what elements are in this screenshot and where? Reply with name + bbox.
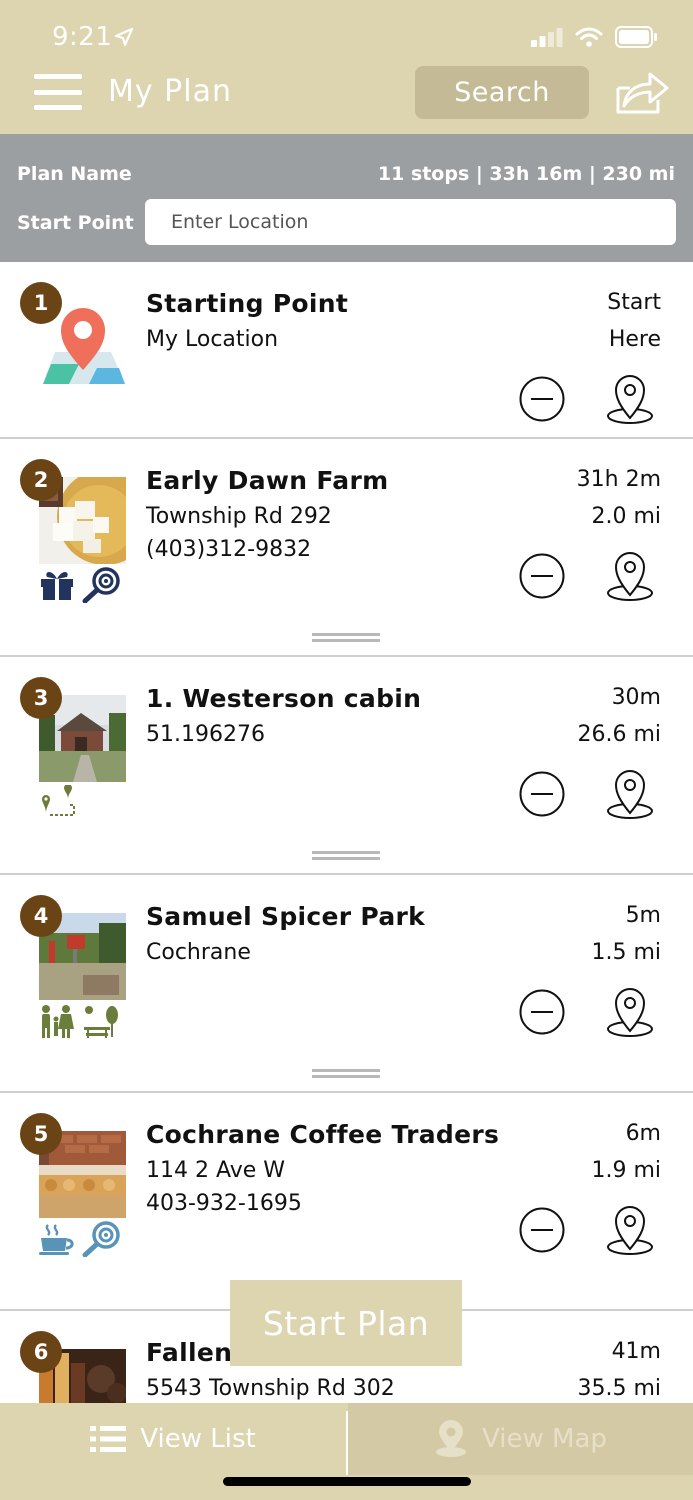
stop-name: Cochrane Coffee Traders bbox=[146, 1120, 500, 1149]
map-marker-icon bbox=[436, 1420, 467, 1457]
stop-distance: 35.5 mi bbox=[577, 1376, 661, 1401]
stop-name: 1. Westerson cabin bbox=[146, 684, 422, 713]
menu-icon-bar bbox=[34, 105, 82, 110]
remove-stop-icon[interactable] bbox=[518, 375, 566, 423]
stop-row[interactable]: 5 Cochrane Coffee Traders 114 2 Ave W 40… bbox=[0, 1093, 693, 1311]
start-point-label: Start Point bbox=[17, 212, 134, 234]
stop-duration: Start bbox=[607, 290, 661, 315]
coffee-icon bbox=[39, 1224, 74, 1255]
stop-address: 114 2 Ave W bbox=[146, 1158, 286, 1183]
stop-address: My Location bbox=[146, 327, 279, 352]
stop-distance: 1.9 mi bbox=[591, 1158, 661, 1183]
tab-view-list-label: View List bbox=[140, 1424, 256, 1454]
stop-distance: 26.6 mi bbox=[577, 722, 661, 747]
remove-stop-icon[interactable] bbox=[518, 988, 566, 1036]
battery-icon bbox=[615, 26, 657, 48]
stop-phone[interactable]: (403)312-9832 bbox=[146, 537, 311, 562]
feature-icons bbox=[38, 567, 120, 603]
menu-icon-bar bbox=[34, 74, 82, 79]
status-time: 9:21 bbox=[52, 22, 113, 52]
map-pin-icon[interactable] bbox=[604, 549, 656, 603]
menu-icon-bar bbox=[34, 89, 82, 95]
start-location-input[interactable] bbox=[145, 199, 676, 245]
stop-number-badge: 4 bbox=[20, 895, 62, 937]
stop-name: Samuel Spicer Park bbox=[146, 902, 426, 931]
gift-icon bbox=[41, 572, 73, 600]
stop-number-badge: 6 bbox=[20, 1331, 62, 1373]
list-icon bbox=[90, 1426, 127, 1452]
stop-distance: Here bbox=[608, 327, 661, 352]
page-title: My Plan bbox=[108, 74, 232, 109]
map-pin-icon[interactable] bbox=[604, 767, 656, 821]
remove-stop-icon[interactable] bbox=[518, 1206, 566, 1254]
stop-address: Township Rd 292 bbox=[146, 504, 332, 529]
map-pin-icon[interactable] bbox=[604, 985, 656, 1039]
stop-phone[interactable]: 403-932-1695 bbox=[146, 1191, 302, 1216]
stop-address: Cochrane bbox=[146, 940, 251, 965]
wifi-icon bbox=[575, 27, 603, 47]
stop-distance: 1.5 mi bbox=[591, 940, 661, 965]
remove-stop-icon[interactable] bbox=[518, 552, 566, 600]
share-icon[interactable] bbox=[614, 70, 670, 116]
tab-view-map[interactable]: View Map bbox=[348, 1403, 693, 1475]
stop-number-badge: 1 bbox=[20, 282, 62, 324]
stop-number-badge: 2 bbox=[20, 459, 62, 501]
app-header: 9:21 My Plan Search bbox=[0, 0, 693, 134]
stop-row[interactable]: 4 Samuel Spicer Park Cochrane 5m 1.5 mi bbox=[0, 875, 693, 1093]
search-location-icon bbox=[82, 567, 120, 603]
drag-handle[interactable] bbox=[312, 1069, 380, 1078]
stop-duration: 30m bbox=[611, 685, 661, 710]
location-arrow-icon bbox=[114, 27, 134, 47]
feature-icons bbox=[38, 1221, 120, 1257]
stop-duration: 31h 2m bbox=[576, 467, 661, 492]
feature-icons bbox=[38, 785, 78, 821]
stop-duration: 5m bbox=[625, 903, 661, 928]
tab-view-map-label: View Map bbox=[482, 1424, 607, 1454]
map-pin-icon[interactable] bbox=[604, 1203, 656, 1257]
tab-view-list[interactable]: View List bbox=[0, 1403, 346, 1475]
stop-name: Starting Point bbox=[146, 289, 349, 318]
stop-row[interactable]: 1 Starting Point My Location Start Here bbox=[0, 262, 693, 439]
feature-icons bbox=[38, 1003, 120, 1039]
drag-handle[interactable] bbox=[312, 851, 380, 860]
cellular-signal-icon bbox=[531, 28, 563, 47]
stop-row[interactable]: 2 Early Dawn Farm Township Rd 292 (403)3… bbox=[0, 439, 693, 657]
search-location-icon bbox=[82, 1221, 120, 1257]
family-icon bbox=[42, 1005, 74, 1038]
plan-name-label[interactable]: Plan Name bbox=[17, 163, 132, 185]
stop-distance: 2.0 mi bbox=[591, 504, 661, 529]
plan-summary-stats: 11 stops | 33h 16m | 230 mi bbox=[377, 163, 675, 185]
stop-duration: 41m bbox=[611, 1339, 661, 1364]
status-indicators bbox=[531, 26, 659, 48]
home-indicator bbox=[223, 1477, 471, 1486]
stop-coordinates: 51.196276 bbox=[146, 722, 265, 747]
picnic-icon bbox=[84, 1006, 118, 1038]
stop-duration: 6m bbox=[625, 1121, 661, 1146]
plan-info-bar: Plan Name 11 stops | 33h 16m | 230 mi St… bbox=[0, 134, 693, 262]
stop-number-badge: 3 bbox=[20, 677, 62, 719]
map-pin-icon[interactable] bbox=[604, 372, 656, 426]
menu-button[interactable] bbox=[34, 74, 82, 110]
search-button[interactable]: Search bbox=[415, 66, 589, 119]
stop-row[interactable]: 3 1. Westerson cabin 51.196276 30m 26.6 … bbox=[0, 657, 693, 875]
stop-address: 5543 Township Rd 302 bbox=[146, 1376, 395, 1401]
remove-stop-icon[interactable] bbox=[518, 770, 566, 818]
route-icon bbox=[42, 785, 75, 816]
stop-number-badge: 5 bbox=[20, 1113, 62, 1155]
start-plan-button[interactable]: Start Plan bbox=[230, 1280, 462, 1366]
drag-handle[interactable] bbox=[312, 633, 380, 642]
stop-name: Early Dawn Farm bbox=[146, 466, 389, 495]
stops-list[interactable]: 1 Starting Point My Location Start Here … bbox=[0, 262, 693, 1403]
